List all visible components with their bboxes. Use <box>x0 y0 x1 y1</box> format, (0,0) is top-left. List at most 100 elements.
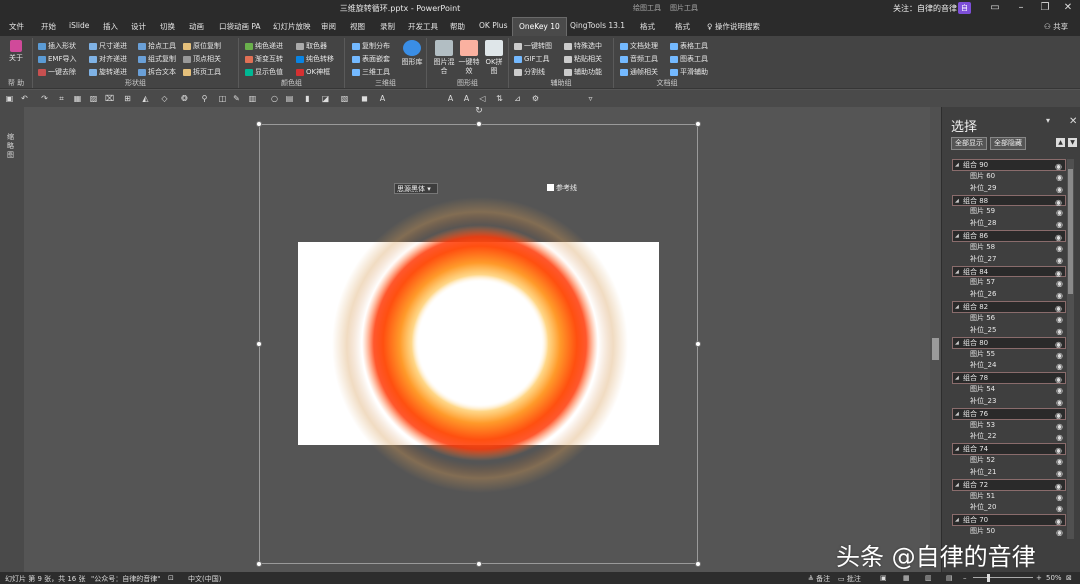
3d-tools-button[interactable]: 三维工具 <box>352 67 390 77</box>
slide-sorter-icon[interactable]: ▦ <box>903 574 910 582</box>
group-icon[interactable]: ◫ <box>218 94 227 103</box>
vertex-button[interactable]: 顶点相关 <box>183 54 221 64</box>
selection-item-row[interactable]: 补位_29 ◉ <box>952 183 1066 195</box>
expand-triangle-icon[interactable]: ◢ <box>955 231 959 242</box>
resize-handle-se[interactable] <box>695 561 701 567</box>
resize-handle-e[interactable] <box>695 341 701 347</box>
tab-transitions[interactable]: 切换 <box>160 21 175 32</box>
zoom-in-icon[interactable]: + <box>1036 574 1042 582</box>
shape-outline-icon[interactable]: ◇ <box>160 94 169 103</box>
tell-me-search[interactable]: ♀ 操作说明搜索 <box>707 21 760 32</box>
solid-step-button[interactable]: 纯色递进 <box>245 41 283 51</box>
selection-group-row[interactable]: ◢ 组合 78 ◉ <box>952 372 1066 384</box>
ok-puzzle-button[interactable]: OK拼图 <box>482 40 506 76</box>
divider-line-button[interactable]: 分割线 <box>514 67 545 77</box>
save-icon[interactable]: ▣ <box>5 94 14 103</box>
tab-review[interactable]: 审阅 <box>321 21 336 32</box>
slideshow-icon[interactable]: ▤ <box>946 574 953 582</box>
visibility-eye-icon[interactable]: ◉ <box>1056 468 1063 479</box>
selection-item-row[interactable]: 图片 58 ◉ <box>952 242 1066 254</box>
zoom-slider[interactable] <box>973 577 1033 578</box>
tab-home[interactable]: 开始 <box>41 21 56 32</box>
resize-handle-ne[interactable] <box>695 121 701 127</box>
one-click-effect-button[interactable]: 一键特效 <box>457 40 481 76</box>
close-icon[interactable]: ✕ <box>1058 1 1078 15</box>
zoom-out-icon[interactable]: – <box>963 574 967 582</box>
selection-item-row[interactable]: 补位_25 ◉ <box>952 325 1066 337</box>
emf-import-button[interactable]: EMF导入 <box>38 54 77 64</box>
audio-icon[interactable]: ◁ <box>478 94 487 103</box>
visibility-eye-icon[interactable]: ◉ <box>1056 219 1063 230</box>
selection-group-row[interactable]: ◢ 组合 70 ◉ <box>952 514 1066 526</box>
effects-icon[interactable]: ❂ <box>180 94 189 103</box>
aux-functions-button[interactable]: 辅助功能 <box>564 67 602 77</box>
minimize-icon[interactable]: – <box>1011 1 1031 15</box>
color-picker-button[interactable]: 取色器 <box>296 41 327 51</box>
tab-format-picture[interactable]: 格式 <box>675 21 690 32</box>
bring-forward-icon[interactable]: ◪ <box>321 94 330 103</box>
visibility-eye-icon[interactable]: ◉ <box>1056 278 1063 289</box>
special-select-button[interactable]: 特殊选中 <box>564 41 602 51</box>
selection-item-row[interactable]: 补位_20 ◉ <box>952 502 1066 514</box>
resize-handle-sw[interactable] <box>256 561 262 567</box>
selection-group-row[interactable]: ◢ 组合 84 ◉ <box>952 265 1066 278</box>
tab-record[interactable]: 录制 <box>380 21 395 32</box>
tab-file[interactable]: 文件 <box>9 21 24 32</box>
gif-tools-button[interactable]: GIF工具 <box>514 54 550 64</box>
crop-icon[interactable]: ⌧ <box>105 94 114 103</box>
visibility-eye-icon[interactable]: ◉ <box>1056 527 1063 538</box>
selection-item-row[interactable]: 图片 52 ◉ <box>952 455 1066 467</box>
shape-library-button[interactable]: 图形库 <box>401 40 423 67</box>
customize-toolbar-icon[interactable]: ▿ <box>586 94 595 103</box>
selection-item-row[interactable]: 图片 56 ◉ <box>952 313 1066 325</box>
selection-group-row[interactable]: ◢ 组合 86 ◉ <box>952 230 1066 242</box>
font-color-icon[interactable]: A <box>378 94 387 103</box>
paste-button[interactable]: 粘贴相关 <box>564 54 602 64</box>
show-all-button[interactable]: 全部显示 <box>951 137 987 150</box>
selection-item-row[interactable]: 图片 55 ◉ <box>952 349 1066 361</box>
resize-handle-nw[interactable] <box>256 121 262 127</box>
selection-item-row[interactable]: 补位_28 ◉ <box>952 218 1066 230</box>
selection-group-row[interactable]: ◢ 组合 90 ◉ <box>952 159 1066 171</box>
eyedropper-icon[interactable]: ⚲ <box>200 94 209 103</box>
pane-options-icon[interactable]: ▾ <box>1046 116 1050 125</box>
thumbnail-pane-collapsed[interactable] <box>0 107 24 572</box>
expand-triangle-icon[interactable]: ◢ <box>955 160 959 171</box>
tab-islide[interactable]: iSlide <box>69 21 89 30</box>
shrink-font-icon[interactable]: A <box>462 94 471 103</box>
align-icon[interactable]: ⊞ <box>123 94 132 103</box>
insert-shape-button[interactable]: 插入形状 <box>38 41 76 51</box>
to-image-button[interactable]: 一键转图 <box>514 41 552 51</box>
visibility-eye-icon[interactable]: ◉ <box>1056 503 1063 514</box>
comments-button[interactable]: ▭ 批注 <box>838 574 861 584</box>
picture-icon[interactable]: ▨ <box>89 94 98 103</box>
expand-triangle-icon[interactable]: ◢ <box>955 444 959 455</box>
selection-item-row[interactable]: 图片 51 ◉ <box>952 491 1066 503</box>
tab-help[interactable]: 帮助 <box>450 21 465 32</box>
about-button[interactable]: 关于 <box>6 40 26 63</box>
image-icon[interactable]: ▧ <box>340 94 349 103</box>
selection-item-row[interactable]: 图片 60 ◉ <box>952 171 1066 183</box>
restore-icon[interactable]: ❐ <box>1035 1 1055 15</box>
selection-group-row[interactable]: ◢ 组合 76 ◉ <box>952 407 1066 420</box>
brush-icon[interactable]: ✎ <box>232 94 241 103</box>
frame-related-button[interactable]: 通帧相关 <box>620 67 658 77</box>
tab-onekey[interactable]: OneKey 10 <box>512 17 567 36</box>
selection-item-row[interactable]: 补位_26 ◉ <box>952 289 1066 301</box>
expand-triangle-icon[interactable]: ◢ <box>955 515 959 526</box>
visibility-eye-icon[interactable]: ◉ <box>1056 432 1063 443</box>
color-transfer-button[interactable]: 纯色转移 <box>296 54 334 64</box>
text-box-icon[interactable]: ▤ <box>285 94 294 103</box>
expand-triangle-icon[interactable]: ◢ <box>955 480 959 491</box>
rotate-step-button[interactable]: 旋转递进 <box>89 67 127 77</box>
selection-item-row[interactable]: 补位_24 ◉ <box>952 360 1066 372</box>
split-page-button[interactable]: 拆页工具 <box>183 67 221 77</box>
selection-group-row[interactable]: ◢ 组合 72 ◉ <box>952 478 1066 491</box>
notes-button[interactable]: ≜ 备注 <box>808 574 830 584</box>
avatar[interactable]: 自 <box>958 2 971 14</box>
tab-format-drawing[interactable]: 格式 <box>640 21 655 32</box>
visibility-eye-icon[interactable]: ◉ <box>1056 207 1063 218</box>
split-text-button[interactable]: 拆合文本 <box>138 67 176 77</box>
resize-handle-s[interactable] <box>476 561 482 567</box>
selection-item-row[interactable]: 图片 57 ◉ <box>952 277 1066 289</box>
